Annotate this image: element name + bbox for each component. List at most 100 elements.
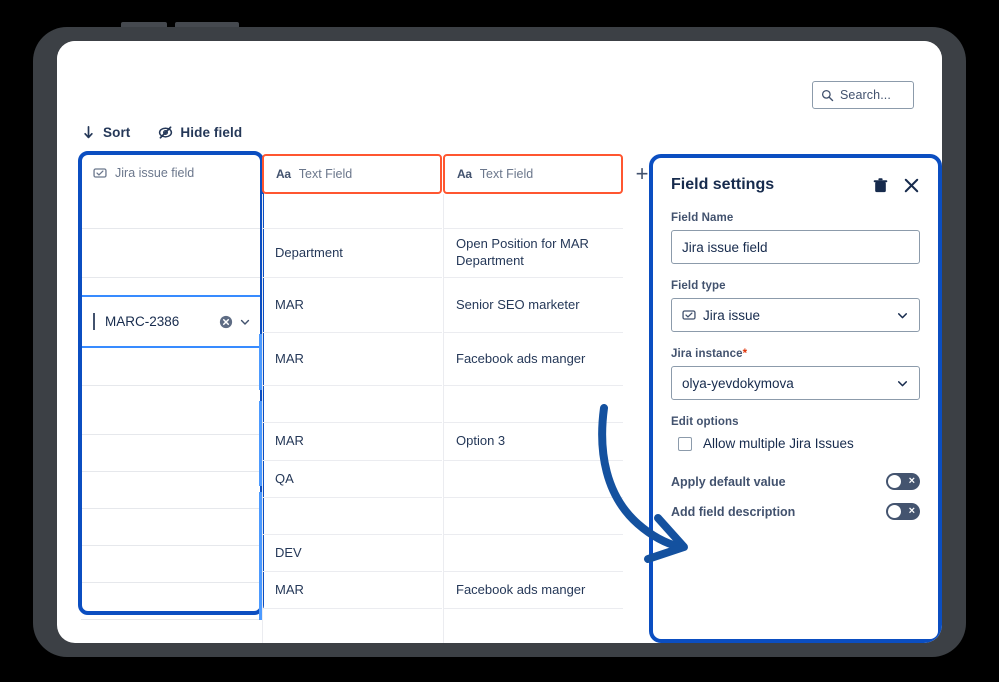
add-column-label: + [635, 161, 649, 186]
cell-text: Senior SEO marketer [456, 296, 580, 312]
panel-title: Field settings [671, 176, 775, 193]
table-cell[interactable]: Option 3 [443, 423, 623, 461]
field-type-value: Jira issue [703, 307, 761, 323]
search-input[interactable]: Search... [812, 81, 914, 109]
text-field-icon: Aa [276, 167, 291, 181]
hide-field-label: Hide field [180, 124, 243, 140]
field-settings-panel: Field settings Field Name Jira issue fie… [649, 154, 942, 643]
grid-column-c-cells: Open Position for MAR Department Senior … [443, 194, 623, 643]
allow-multiple-label: Allow multiple Jira Issues [703, 436, 854, 451]
table-cell[interactable] [81, 583, 261, 620]
cell-text: Option 3 [456, 433, 506, 449]
table-cell[interactable]: Department [262, 229, 442, 278]
table-cell[interactable]: QA [262, 461, 442, 498]
field-name-input[interactable]: Jira issue field [671, 230, 920, 264]
text-field-icon: Aa [457, 167, 472, 181]
jira-instance-select[interactable]: olya-yevdokymova [671, 366, 920, 400]
chevron-down-icon[interactable] [239, 316, 251, 328]
table-cell[interactable] [443, 461, 623, 498]
arrow-down-icon [84, 125, 93, 138]
grid-column-a-cells [81, 192, 261, 643]
table-cell[interactable]: MAR [262, 278, 442, 333]
text-caret [93, 313, 95, 330]
required-asterisk: * [742, 348, 748, 360]
column-header-label: Jira issue field [115, 166, 195, 180]
column-header-text-field-2[interactable]: Aa Text Field [443, 154, 623, 194]
cell-text: DEV [275, 544, 302, 560]
table-cell[interactable] [81, 509, 261, 546]
cell-text: MAR [275, 581, 304, 597]
table-cell[interactable]: MAR [262, 572, 442, 609]
selected-jira-issue-cell[interactable]: MARC-2386 [81, 295, 261, 348]
table-cell[interactable] [443, 535, 623, 572]
allow-multiple-jira-issues-row[interactable]: Allow multiple Jira Issues [671, 436, 920, 451]
cell-text: MAR [275, 296, 304, 312]
field-type-select[interactable]: Jira issue [671, 298, 920, 332]
table-cell[interactable] [443, 498, 623, 535]
table-cell[interactable]: MAR [262, 423, 442, 461]
edit-options-label: Edit options [671, 416, 739, 428]
table-cell[interactable] [443, 194, 623, 229]
field-type-label: Field type [671, 280, 726, 292]
table-cell[interactable]: Senior SEO marketer [443, 278, 623, 333]
table-cell[interactable] [81, 386, 261, 435]
apply-default-value-label: Apply default value [671, 474, 786, 489]
jira-instance-label: Jira instance* [671, 348, 920, 360]
apply-default-value-toggle[interactable]: × [886, 473, 920, 490]
hide-field-button[interactable]: Hide field [158, 125, 242, 140]
jira-instance-label-text: Jira instance [671, 348, 743, 360]
allow-multiple-checkbox[interactable] [678, 436, 692, 451]
toggle-knob [888, 475, 901, 488]
jira-issue-icon [93, 168, 107, 178]
cell-text: Department [275, 244, 343, 260]
table-cell[interactable] [262, 498, 442, 535]
jira-issue-key-value: MARC-2386 [105, 314, 180, 329]
view-toolbar: Sort Hide field [57, 117, 942, 147]
add-field-description-label: Add field description [671, 504, 796, 519]
table-cell[interactable] [262, 609, 442, 643]
clear-circle-icon[interactable] [219, 315, 233, 329]
table-cell[interactable]: Facebook ads manger [443, 333, 623, 386]
close-icon[interactable] [903, 177, 920, 194]
grid-column-text-field-2: Aa Text Field Open Position for MAR Depa… [443, 154, 623, 643]
table-cell[interactable]: Open Position for MAR Department [443, 229, 623, 278]
column-header-jira-issue-field[interactable]: Jira issue field [81, 154, 261, 192]
table-cell[interactable] [443, 386, 623, 423]
jira-instance-value: olya-yevdokymova [682, 375, 794, 391]
column-header-label: Text Field [479, 167, 534, 181]
sort-button[interactable]: Sort [81, 125, 130, 140]
search-placeholder: Search... [840, 88, 891, 102]
table-cell[interactable] [81, 192, 261, 229]
column-header-label: Text Field [298, 167, 353, 181]
table-cell[interactable] [443, 609, 623, 643]
toggle-off-glyph: × [908, 505, 915, 517]
tablet-screen: Search... Sort Hide field Jira issue fie… [57, 41, 942, 643]
table-cell[interactable] [262, 194, 442, 229]
cell-text: MAR [275, 433, 304, 449]
table-cell[interactable] [81, 546, 261, 583]
table-cell[interactable] [81, 620, 261, 643]
table-cell[interactable]: DEV [262, 535, 442, 572]
table-cell[interactable] [81, 435, 261, 472]
add-field-description-toggle[interactable]: × [886, 503, 920, 520]
eye-slash-icon [159, 125, 173, 139]
tablet-device-frame: Search... Sort Hide field Jira issue fie… [33, 22, 966, 657]
table-cell[interactable]: Facebook ads manger [443, 572, 623, 609]
table-cell[interactable] [262, 386, 442, 423]
jira-issue-icon [682, 310, 696, 320]
cell-text: MAR [275, 350, 304, 366]
field-name-label: Field Name [671, 212, 734, 224]
grid-column-jira-issue-field: Jira issue field MARC-2386 [78, 151, 264, 643]
chevron-down-icon [897, 380, 908, 386]
table-cell[interactable]: MAR [262, 333, 442, 386]
grid-column-b-cells: Department MAR MAR MAR QA DEV MAR [262, 194, 442, 643]
sort-label: Sort [103, 124, 131, 140]
app-topbar: Search... [57, 41, 942, 113]
table-cell[interactable] [81, 229, 261, 278]
table-cell[interactable] [81, 472, 261, 509]
search-icon [821, 89, 834, 101]
trash-icon[interactable] [872, 177, 889, 194]
column-header-text-field-1[interactable]: Aa Text Field [262, 154, 442, 194]
apply-default-value-row: Apply default value × [671, 473, 920, 490]
panel-header: Field settings [671, 176, 920, 194]
